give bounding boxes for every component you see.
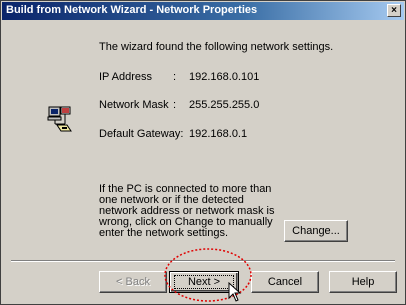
- network-mask-label: Network Mask: [99, 99, 169, 111]
- cancel-button[interactable]: Cancel: [251, 271, 319, 293]
- default-gateway-label: Default Gateway:: [99, 128, 184, 140]
- default-gateway-value: 192.168.0.1: [189, 128, 248, 140]
- ip-address-separator: :: [173, 71, 177, 83]
- close-button[interactable]: ×: [387, 4, 401, 17]
- ip-address-label: IP Address: [99, 71, 152, 83]
- wizard-window: Build from Network Wizard - Network Prop…: [0, 0, 406, 305]
- mouse-cursor-icon: [228, 282, 242, 302]
- window-title: Build from Network Wizard - Network Prop…: [6, 4, 258, 16]
- cancel-button-label: Cancel: [267, 276, 303, 288]
- title-bar[interactable]: Build from Network Wizard - Network Prop…: [2, 2, 404, 20]
- back-button-label: < Back: [116, 276, 150, 288]
- network-note-text: If the PC is connected to more than one …: [99, 183, 275, 239]
- ip-address-value: 192.168.0.101: [189, 71, 260, 83]
- help-button-label: Help: [351, 276, 375, 288]
- network-mask-separator: :: [173, 99, 177, 111]
- network-mask-value: 255.255.255.0: [189, 99, 260, 111]
- change-button[interactable]: Change...: [284, 220, 348, 242]
- back-button[interactable]: < Back: [99, 271, 167, 293]
- help-button[interactable]: Help: [329, 271, 397, 293]
- network-computer-icon: [47, 106, 72, 132]
- intro-text: The wizard found the following network s…: [99, 41, 334, 53]
- change-button-label: Change...: [292, 225, 340, 237]
